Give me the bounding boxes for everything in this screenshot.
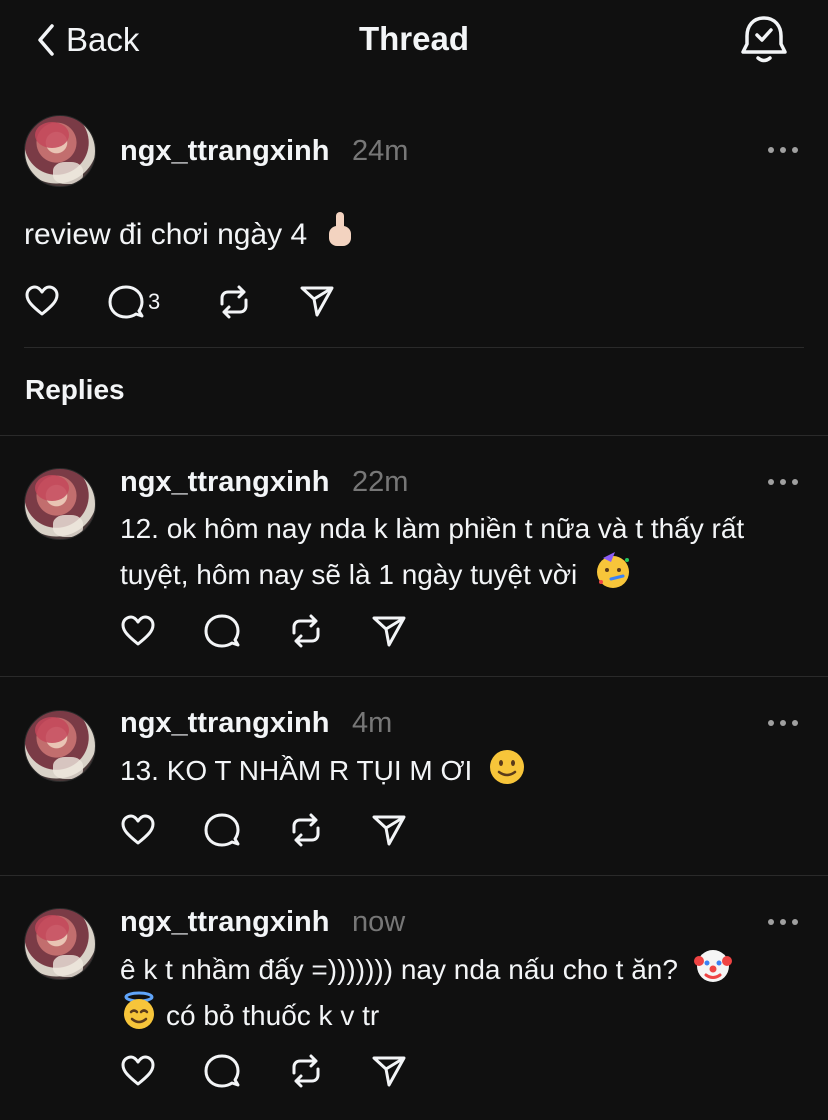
heart-icon <box>25 285 59 316</box>
comment-icon[interactable] <box>204 613 240 649</box>
post-text: review đi chơi ngày 4 <box>24 210 355 256</box>
more-icon[interactable] <box>768 919 798 927</box>
share-button[interactable] <box>300 285 334 317</box>
avatar[interactable] <box>24 710 96 782</box>
avatar[interactable] <box>24 468 96 540</box>
comment-icon <box>108 285 144 319</box>
send-icon[interactable] <box>372 1055 406 1087</box>
reply-time: 22m <box>352 466 409 498</box>
avatar[interactable] <box>24 908 96 980</box>
reply-username[interactable]: ngx_ttrangxinh <box>120 707 329 740</box>
heart-icon[interactable] <box>120 615 156 647</box>
reply-username[interactable]: ngx_ttrangxinh <box>120 906 329 939</box>
more-icon[interactable] <box>768 720 798 728</box>
heart-icon[interactable] <box>120 1055 156 1087</box>
clown-face-emoji-icon <box>693 950 732 982</box>
smiling-face-with-halo-emoji-icon <box>124 991 154 1029</box>
reply-username[interactable]: ngx_ttrangxinh <box>120 466 329 499</box>
send-icon[interactable] <box>372 615 406 647</box>
heart-icon[interactable] <box>120 814 156 846</box>
avatar[interactable] <box>24 115 96 187</box>
like-button[interactable] <box>24 285 60 317</box>
reply-text: 12. ok hôm nay nda k làm phiền t nữa và … <box>120 513 745 590</box>
bell-check-icon[interactable] <box>740 14 788 64</box>
divider <box>24 347 804 348</box>
divider <box>0 435 828 436</box>
page-title: Thread <box>358 20 470 57</box>
post-time: 24m <box>352 135 409 167</box>
comment-icon[interactable] <box>204 812 240 848</box>
pointing-up-emoji-icon <box>329 212 352 246</box>
repost-button[interactable] <box>216 284 252 320</box>
replies-heading: Replies <box>25 374 125 405</box>
reply-time: now <box>352 906 406 938</box>
slightly-smiling-face-emoji-icon <box>490 750 525 784</box>
more-icon[interactable] <box>768 479 798 487</box>
send-icon[interactable] <box>372 814 406 846</box>
comment-button[interactable]: 3 <box>108 284 160 320</box>
repost-icon <box>220 285 248 319</box>
comment-count: 3 <box>148 289 161 314</box>
send-icon <box>300 286 334 317</box>
navigation-bar: Back Thread <box>0 0 828 80</box>
repost-icon[interactable] <box>288 613 324 649</box>
repost-icon[interactable] <box>288 1053 324 1089</box>
reply-text: ê k t nhầm đấy =))))))) nay nda nấu cho … <box>120 947 810 1037</box>
divider <box>0 676 828 677</box>
repost-icon[interactable] <box>288 812 324 848</box>
divider <box>0 875 828 876</box>
more-icon[interactable] <box>768 147 798 155</box>
partying-face-emoji-icon <box>597 552 630 588</box>
reply-text: 13. KO T NHẦM R TỤI M ƠI <box>120 748 810 792</box>
reply-time: 4m <box>352 707 393 739</box>
comment-icon[interactable] <box>204 1053 240 1089</box>
post-username[interactable]: ngx_ttrangxinh <box>120 135 329 168</box>
